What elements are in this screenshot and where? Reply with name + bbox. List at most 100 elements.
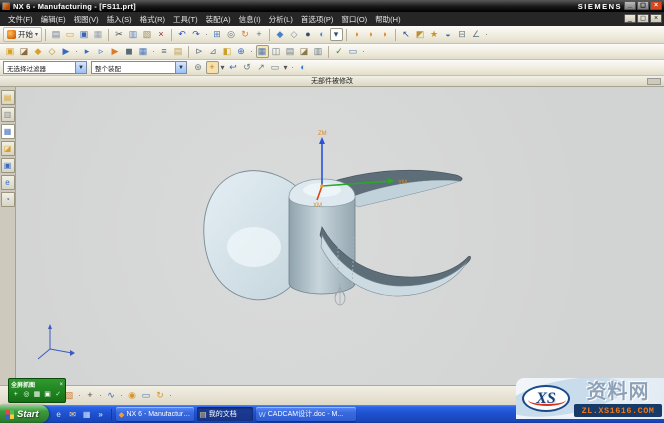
quick-pick-icon[interactable]: ★ [428, 28, 441, 41]
create-tool-icon[interactable]: ◪ [18, 45, 31, 58]
boundary-icon[interactable]: ▭ [347, 45, 360, 58]
window-icon[interactable]: ▭ [140, 389, 153, 402]
create-method-icon[interactable]: ◇ [46, 45, 59, 58]
shop-documentation-icon[interactable]: ▤ [172, 45, 185, 58]
toolbar-overflow-dot[interactable]: · [484, 28, 490, 41]
open-folder-icon[interactable]: ▭ [64, 28, 77, 41]
paste-icon[interactable]: ▧ [141, 28, 154, 41]
task-nx-manufacturing[interactable]: ◆NX 6 - Manufacturing -... [116, 407, 194, 421]
mdi-close-button[interactable]: × [650, 14, 662, 23]
tool-view-icon[interactable]: ◪ [298, 45, 311, 58]
save-icon[interactable]: ▣ [78, 28, 91, 41]
toolbar-overflow-dot[interactable]: · [249, 45, 255, 58]
chevron-down-icon[interactable]: ▼ [175, 62, 186, 73]
tab-hd3d-tools[interactable]: ▣ [1, 158, 15, 173]
toolbar-overflow-dot[interactable]: · [151, 45, 157, 58]
list-toolpath-icon[interactable]: ≡ [158, 45, 171, 58]
menu-format[interactable]: 格式(R) [136, 14, 169, 25]
snap-view-2-icon[interactable]: ◗ [365, 28, 378, 41]
toolbar-overflow-dot[interactable]: · [74, 45, 80, 58]
toolbar-overflow-dot[interactable]: · [119, 389, 125, 402]
zoom-icon[interactable]: ◎ [225, 28, 238, 41]
quicklaunch-desktop-icon[interactable]: ▦ [81, 409, 92, 420]
create-program-icon[interactable]: ▣ [4, 45, 17, 58]
start-menu-button[interactable]: 开始 ▾ [3, 27, 42, 42]
taskbar-start-button[interactable]: Start [0, 405, 49, 423]
redo-icon[interactable]: ↷ [190, 28, 203, 41]
geometry-view-icon[interactable]: ▦ [256, 45, 269, 58]
quicklaunch-overflow[interactable]: » [95, 409, 106, 420]
globe-icon[interactable]: ◐ [297, 61, 310, 74]
selection-filter-icon[interactable]: ◩ [414, 28, 427, 41]
close-button[interactable]: × [650, 1, 662, 10]
snap-view-1-icon[interactable]: ◗ [351, 28, 364, 41]
print-icon[interactable]: ▦ [92, 28, 105, 41]
minimize-button[interactable]: _ [624, 1, 636, 10]
spline-icon[interactable]: ∿ [105, 389, 118, 402]
tab-constraint-navigator[interactable]: ▥ [1, 107, 15, 122]
capture-hand-icon[interactable]: + [12, 389, 21, 399]
toolbar-overflow-dot[interactable]: · [290, 61, 296, 74]
menu-preferences[interactable]: 首选项(P) [297, 14, 338, 25]
create-operation-icon[interactable]: ▶ [60, 45, 73, 58]
selection-scope-combo[interactable]: 整个装配 ▼ [91, 61, 187, 74]
role-icon[interactable]: ◉ [126, 389, 139, 402]
select-arrow-icon[interactable]: ↖ [400, 28, 413, 41]
program-order-view-icon[interactable]: ▤ [284, 45, 297, 58]
tab-reuse-library[interactable]: ◪ [1, 141, 15, 156]
tab-assembly-navigator[interactable]: ▤ [1, 90, 15, 105]
menu-view[interactable]: 视图(V) [70, 14, 103, 25]
point-constructor-icon[interactable]: + [84, 389, 97, 402]
create-geometry-icon[interactable]: ◆ [32, 45, 45, 58]
fit-view-icon[interactable]: ⊞ [211, 28, 224, 41]
rect-select-icon[interactable]: ▭ [269, 61, 282, 74]
copy-icon[interactable]: ▥ [127, 28, 140, 41]
toolbar-overflow-dot[interactable]: · [77, 389, 83, 402]
view-preset-dropdown[interactable]: ▾ [330, 28, 343, 41]
postprocess-icon[interactable]: ▦ [137, 45, 150, 58]
capture-image-icon[interactable]: ▣ [43, 389, 52, 399]
toolbar-overflow-dot[interactable]: · [361, 45, 367, 58]
pan-icon[interactable]: + [253, 28, 266, 41]
task-my-documents[interactable]: ▤我的文档 [197, 407, 253, 421]
menu-insert[interactable]: 插入(S) [103, 14, 136, 25]
selection-filter-combo[interactable]: 无选择过滤器 ▼ [3, 61, 87, 74]
face-analysis-icon[interactable]: ◐ [316, 28, 329, 41]
screen-capture-overlay[interactable]: 全屏抓图 × +◎▦▣✓ [8, 378, 66, 403]
viewport-3d-model[interactable]: ZM YM XM [16, 87, 664, 405]
caret-down-icon[interactable]: ▾ [220, 61, 226, 74]
toolbar-overflow-dot[interactable]: · [204, 28, 210, 41]
feeds-speeds-icon[interactable]: ⊳ [193, 45, 206, 58]
machine-tool-view-icon[interactable]: ◫ [270, 45, 283, 58]
verify-toolpath-icon[interactable]: ▶ [109, 45, 122, 58]
menu-help[interactable]: 帮助(H) [371, 14, 404, 25]
shaded-view-icon[interactable]: ◆ [274, 28, 287, 41]
capture-grid-icon[interactable]: ▦ [33, 389, 42, 399]
toolbar-overflow-dot[interactable]: · [98, 389, 104, 402]
menu-file[interactable]: 文件(F) [4, 14, 37, 25]
restore-button[interactable]: ◻ [637, 1, 649, 10]
tab-part-navigator[interactable]: ▦ [1, 124, 15, 139]
snap-point-icon[interactable]: + [206, 61, 219, 74]
replay-toolpath-icon[interactable]: ▹ [95, 45, 108, 58]
menu-assemblies[interactable]: 装配(A) [202, 14, 235, 25]
quicklaunch-mail-icon[interactable]: ✉ [67, 409, 78, 420]
menu-edit[interactable]: 编辑(E) [37, 14, 70, 25]
tab-internet-explorer[interactable]: e [1, 175, 15, 190]
capture-ok-icon[interactable]: ✓ [54, 389, 63, 399]
menu-analysis[interactable]: 分析(L) [265, 14, 297, 25]
graphics-viewport[interactable]: ZM YM XM [16, 87, 664, 405]
measure-angle-icon[interactable]: ∠ [470, 28, 483, 41]
task-word-document[interactable]: WCADCAM设计.doc - M... [256, 407, 356, 421]
workpiece-icon[interactable]: ◧ [221, 45, 234, 58]
mdi-minimize-button[interactable]: _ [624, 14, 636, 23]
undo-icon[interactable]: ↶ [176, 28, 189, 41]
wireframe-view-icon[interactable]: ◇ [288, 28, 301, 41]
tab-history[interactable]: ◔ [1, 192, 15, 207]
orbit-icon[interactable]: ↺ [241, 61, 254, 74]
toolbar-overflow-dot[interactable]: · [168, 389, 174, 402]
method-view-icon[interactable]: ▥ [312, 45, 325, 58]
measure-distance-icon[interactable]: ⊟ [456, 28, 469, 41]
hint-bar-grip[interactable] [647, 78, 661, 85]
studio-render-icon[interactable]: ● [302, 28, 315, 41]
